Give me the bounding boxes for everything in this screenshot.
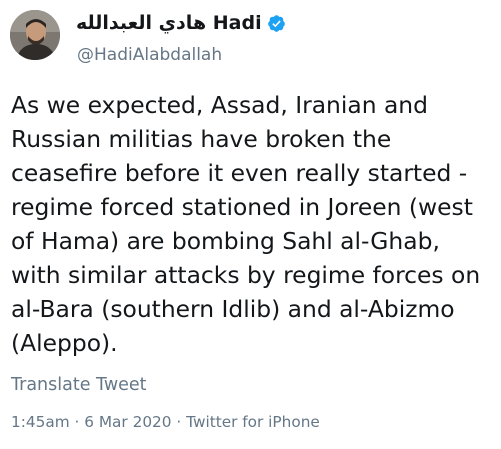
tweet-card: هادي العبدالله Hadi @HadiAlabdallah As w… [0,0,501,449]
profile-photo [10,10,60,60]
verified-badge-icon [267,14,286,33]
separator: · [176,413,182,431]
tweet-time[interactable]: 1:45am [11,413,70,431]
separator: · [74,413,80,431]
tweet-metadata: 1:45am · 6 Mar 2020 · Twitter for iPhone [11,413,320,431]
translate-tweet-link[interactable]: Translate Tweet [11,375,147,395]
name-row: هادي العبدالله Hadi [76,10,286,36]
tweet-source[interactable]: Twitter for iPhone [186,413,320,431]
display-name[interactable]: هادي العبدالله Hadi [76,12,262,34]
user-handle[interactable]: @HadiAlabdallah [77,45,222,65]
tweet-date[interactable]: 6 Mar 2020 [84,413,171,431]
avatar[interactable] [10,10,60,60]
tweet-text: As we expected, Assad, Iranian and Russi… [11,91,481,357]
